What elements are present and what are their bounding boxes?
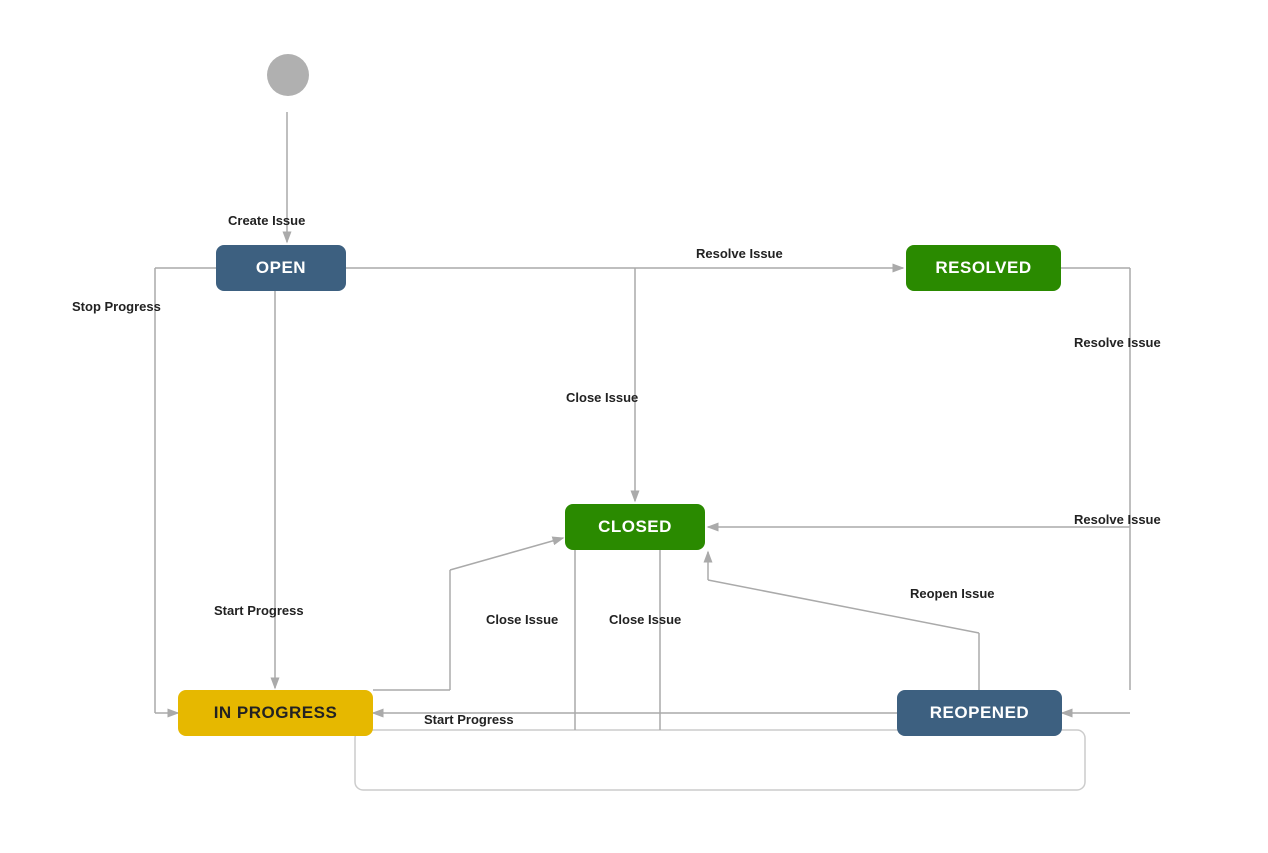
state-resolved: RESOLVED [906,245,1061,291]
label-stop-progress: Stop Progress [72,299,161,314]
label-resolve-issue-2: Resolve Issue [1074,335,1161,350]
label-reopen-issue: Reopen Issue [910,586,995,601]
start-circle [267,54,309,96]
state-closed: CLOSED [565,504,705,550]
state-in-progress: IN PROGRESS [178,690,373,736]
label-create-issue: Create Issue [228,213,305,228]
label-start-progress-2: Start Progress [424,712,514,727]
label-close-issue-1: Close Issue [566,390,638,405]
diagram-container: OPEN RESOLVED CLOSED IN PROGRESS REOPENE… [0,0,1268,853]
state-reopened: REOPENED [897,690,1062,736]
label-resolve-issue-1: Resolve Issue [696,246,783,261]
state-open: OPEN [216,245,346,291]
label-close-issue-3: Close Issue [609,612,681,627]
label-resolve-issue-3: Resolve Issue [1074,512,1161,527]
label-close-issue-2: Close Issue [486,612,558,627]
label-start-progress-1: Start Progress [214,603,304,618]
